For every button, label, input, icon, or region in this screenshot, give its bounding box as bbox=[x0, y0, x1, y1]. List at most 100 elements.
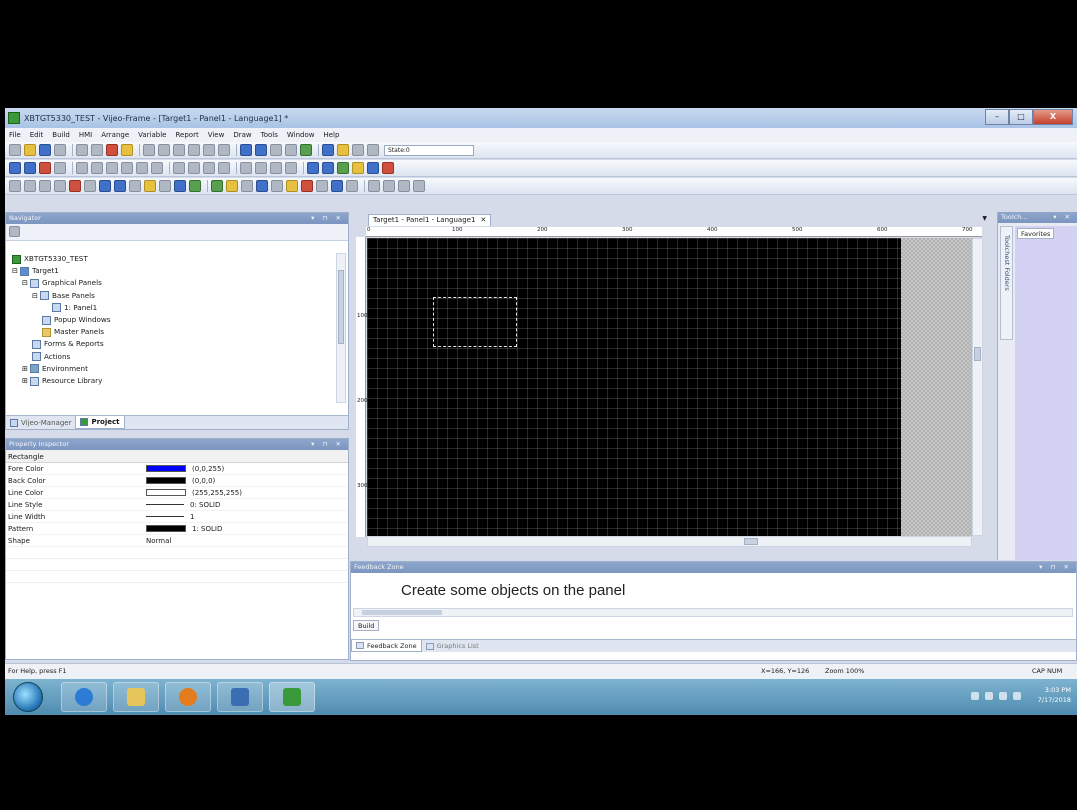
pane-controls[interactable]: ▾ ⊓ ✕ bbox=[1039, 562, 1072, 573]
download-icon[interactable] bbox=[91, 144, 103, 156]
menu-arrange[interactable]: Arrange bbox=[101, 131, 129, 139]
tree-item-project[interactable]: XBTGT5330_TEST bbox=[12, 253, 111, 265]
tree-item-master-panels[interactable]: Master Panels bbox=[12, 326, 111, 338]
expand-toggle[interactable]: ⊟ bbox=[32, 290, 40, 302]
numeric-display-icon[interactable] bbox=[241, 180, 253, 192]
forward-icon[interactable] bbox=[255, 144, 267, 156]
property-row-line-style[interactable]: Line Style 0: SOLID bbox=[6, 499, 348, 511]
expand-toggle[interactable]: ⊞ bbox=[22, 375, 30, 387]
menu-build[interactable]: Build bbox=[52, 131, 70, 139]
recipe-icon[interactable] bbox=[367, 162, 379, 174]
build-tab[interactable]: Build bbox=[353, 620, 380, 631]
scroll-thumb[interactable] bbox=[362, 610, 442, 615]
alarm-icon[interactable] bbox=[352, 162, 364, 174]
tab-list-icon[interactable]: ▼ bbox=[982, 215, 987, 222]
document-tab[interactable]: Target1 - Panel1 - Language1 ✕ bbox=[368, 214, 492, 226]
meter-icon[interactable] bbox=[271, 180, 283, 192]
tree-item-popup-windows[interactable]: Popup Windows bbox=[12, 314, 111, 326]
new-icon[interactable] bbox=[9, 144, 21, 156]
save-icon[interactable] bbox=[39, 144, 51, 156]
clock[interactable]: 3:03 PM 7/17/2018 bbox=[1038, 685, 1071, 705]
keypad-icon[interactable] bbox=[316, 180, 328, 192]
expand-toggle[interactable]: ⊞ bbox=[22, 363, 30, 375]
tab-graphics-list[interactable]: Graphics List bbox=[422, 640, 483, 652]
same-width-icon[interactable] bbox=[270, 162, 282, 174]
freeform-icon[interactable] bbox=[69, 180, 81, 192]
favorites-tab[interactable]: Favorites bbox=[1017, 228, 1055, 239]
same-height-icon[interactable] bbox=[285, 162, 297, 174]
variable-icon[interactable] bbox=[337, 162, 349, 174]
minimize-button[interactable]: – bbox=[985, 109, 1009, 125]
taskbar-vijeo-button[interactable] bbox=[269, 682, 315, 712]
menu-help[interactable]: Help bbox=[323, 131, 339, 139]
pie-icon[interactable] bbox=[129, 180, 141, 192]
state-icon[interactable] bbox=[322, 144, 334, 156]
property-row-pattern[interactable]: Pattern 1: SOLID bbox=[6, 523, 348, 535]
property-value[interactable]: (255,255,255) bbox=[146, 489, 242, 497]
trend-graph-icon[interactable] bbox=[346, 180, 358, 192]
panel-icon[interactable] bbox=[9, 162, 21, 174]
menu-tools[interactable]: Tools bbox=[261, 131, 278, 139]
dot-icon[interactable] bbox=[24, 180, 36, 192]
align-right-icon[interactable] bbox=[106, 162, 118, 174]
feedback-scrollbar[interactable] bbox=[353, 608, 1073, 617]
menu-file[interactable]: File bbox=[9, 131, 21, 139]
tree-item-forms-reports[interactable]: Forms & Reports bbox=[12, 338, 111, 350]
align-bottom-icon[interactable] bbox=[151, 162, 163, 174]
show-hidden-icon[interactable] bbox=[971, 692, 979, 700]
toolchest-folders-bar[interactable]: Toolchest Folders bbox=[1000, 226, 1013, 340]
trend-icon[interactable] bbox=[382, 162, 394, 174]
zoom-in-icon[interactable] bbox=[368, 180, 380, 192]
minus-icon[interactable] bbox=[352, 144, 364, 156]
property-row-fore-color[interactable]: Fore Color (0,0,255) bbox=[6, 463, 348, 475]
canvas-horizontal-scrollbar[interactable] bbox=[367, 536, 972, 547]
lamp-icon[interactable] bbox=[337, 144, 349, 156]
menu-hmi[interactable]: HMI bbox=[79, 131, 92, 139]
redo-icon[interactable] bbox=[158, 144, 170, 156]
tree-scrollbar[interactable] bbox=[336, 253, 346, 403]
tree-item-panel1[interactable]: 1: Panel1 bbox=[12, 302, 111, 314]
line-icon[interactable] bbox=[39, 180, 51, 192]
close-button[interactable]: X bbox=[1033, 109, 1073, 125]
volume-icon[interactable] bbox=[985, 692, 993, 700]
stop-icon[interactable] bbox=[106, 144, 118, 156]
scroll-thumb[interactable] bbox=[974, 347, 981, 361]
maximize-button[interactable]: □ bbox=[1009, 109, 1033, 125]
run-icon[interactable] bbox=[300, 144, 312, 156]
lock-icon[interactable] bbox=[121, 144, 133, 156]
arc-icon[interactable] bbox=[84, 180, 96, 192]
back-icon[interactable] bbox=[240, 144, 252, 156]
menu-draw[interactable]: Draw bbox=[233, 131, 251, 139]
taskbar-explorer-button[interactable] bbox=[113, 682, 159, 712]
search-icon[interactable] bbox=[285, 144, 297, 156]
menu-report[interactable]: Report bbox=[175, 131, 198, 139]
front-icon[interactable] bbox=[307, 162, 319, 174]
tree-item-base-panels[interactable]: ⊟ Base Panels bbox=[12, 290, 111, 302]
ungroup-icon[interactable] bbox=[218, 162, 230, 174]
menu-window[interactable]: Window bbox=[287, 131, 315, 139]
network-icon[interactable] bbox=[999, 692, 1007, 700]
expand-toggle[interactable]: ⊟ bbox=[22, 277, 30, 289]
print-icon[interactable] bbox=[54, 144, 66, 156]
pane-controls[interactable]: ▾ ⊓ ✕ bbox=[311, 213, 344, 224]
copy-icon[interactable] bbox=[188, 144, 200, 156]
property-row-line-width[interactable]: Line Width 1 bbox=[6, 511, 348, 523]
zoom-icon[interactable] bbox=[270, 144, 282, 156]
close-tab-icon[interactable]: ✕ bbox=[480, 215, 486, 226]
menu-variable[interactable]: Variable bbox=[138, 131, 166, 139]
switch-icon[interactable] bbox=[211, 180, 223, 192]
circle-icon[interactable] bbox=[114, 180, 126, 192]
slider-icon[interactable] bbox=[286, 180, 298, 192]
tab-vijeo-manager[interactable]: Vijeo-Manager bbox=[6, 416, 75, 429]
property-value[interactable]: 1 bbox=[146, 513, 194, 521]
grid-icon[interactable] bbox=[54, 162, 66, 174]
scroll-thumb[interactable] bbox=[744, 538, 758, 545]
taskbar-app-button[interactable] bbox=[217, 682, 263, 712]
space-vertical-icon[interactable] bbox=[255, 162, 267, 174]
tree-item-resource-library[interactable]: ⊞ Resource Library bbox=[12, 375, 111, 387]
menu-view[interactable]: View bbox=[208, 131, 225, 139]
pane-controls[interactable]: ▾ ✕ bbox=[1053, 212, 1073, 223]
align-center-icon[interactable] bbox=[91, 162, 103, 174]
space-horizontal-icon[interactable] bbox=[240, 162, 252, 174]
menu-edit[interactable]: Edit bbox=[30, 131, 44, 139]
